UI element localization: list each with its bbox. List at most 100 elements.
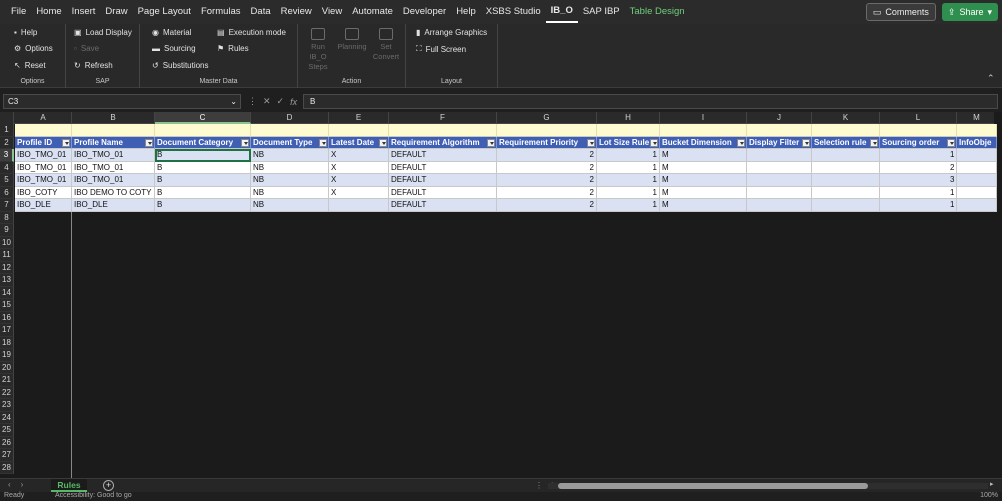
row-header[interactable]: 4 bbox=[0, 161, 14, 174]
next-sheet-icon[interactable]: › bbox=[21, 480, 24, 489]
table-cell[interactable] bbox=[957, 149, 997, 162]
cell[interactable] bbox=[155, 124, 251, 137]
table-cell[interactable]: IBO_COTY bbox=[15, 186, 72, 199]
ribbon-tab-home[interactable]: Home bbox=[31, 0, 66, 24]
table-cell[interactable]: 3 bbox=[880, 174, 957, 187]
row-header[interactable]: 20 bbox=[0, 361, 14, 374]
table-cell[interactable] bbox=[747, 174, 812, 187]
table-cell[interactable]: 2 bbox=[880, 161, 957, 174]
table-cell[interactable] bbox=[329, 199, 389, 212]
row-header[interactable]: 3 bbox=[0, 149, 14, 162]
filter-dropdown-icon[interactable] bbox=[62, 138, 70, 147]
table-cell[interactable]: 1 bbox=[597, 174, 660, 187]
ribbon-tab-insert[interactable]: Insert bbox=[67, 0, 101, 24]
row-header[interactable]: 12 bbox=[0, 261, 14, 274]
ribbon-tab-view[interactable]: View bbox=[317, 0, 347, 24]
table-cell[interactable]: 1 bbox=[880, 199, 957, 212]
zoom-level[interactable]: 100% bbox=[980, 492, 998, 499]
cell[interactable] bbox=[747, 124, 812, 137]
options-button[interactable]: ⚙ Options bbox=[14, 44, 53, 53]
ribbon-tab-page-layout[interactable]: Page Layout bbox=[133, 0, 196, 24]
comments-button[interactable]: ▭ Comments bbox=[865, 3, 936, 21]
table-cell[interactable]: 1 bbox=[880, 149, 957, 162]
ribbon-tab-review[interactable]: Review bbox=[276, 0, 317, 24]
add-sheet-icon[interactable]: + bbox=[103, 480, 114, 491]
table-cell[interactable]: IBO_TMO_01 bbox=[15, 149, 72, 162]
ribbon-tab-ib-o[interactable]: IB_O bbox=[545, 1, 578, 23]
previous-sheet-icon[interactable]: ‹ bbox=[8, 480, 11, 489]
ribbon-tab-developer[interactable]: Developer bbox=[398, 0, 451, 24]
accessibility-status[interactable]: Accessibility: Good to go bbox=[55, 492, 132, 499]
substitutions-button[interactable]: ↺ Substitutions bbox=[152, 61, 209, 70]
name-box[interactable]: C3 ⌄ bbox=[3, 94, 241, 109]
row-header[interactable]: 22 bbox=[0, 386, 14, 399]
cell[interactable] bbox=[251, 124, 329, 137]
ribbon-tab-sap-ibp[interactable]: SAP IBP bbox=[578, 0, 625, 24]
cell[interactable] bbox=[389, 124, 497, 137]
table-cell[interactable] bbox=[747, 199, 812, 212]
row-header[interactable]: 7 bbox=[0, 199, 14, 212]
table-cell[interactable]: IBO DEMO TO COTY bbox=[72, 186, 155, 199]
table-cell[interactable] bbox=[957, 186, 997, 199]
table-cell[interactable]: NB bbox=[251, 199, 329, 212]
column-header-d[interactable]: D bbox=[251, 112, 329, 124]
sheet-tab-rules[interactable]: Rules bbox=[51, 479, 87, 492]
table-cell[interactable]: IBO_TMO_01 bbox=[72, 161, 155, 174]
column-header-g[interactable]: G bbox=[497, 112, 597, 124]
column-header-k[interactable]: K bbox=[812, 112, 880, 124]
table-header-cell[interactable]: Document Category bbox=[155, 136, 251, 149]
scroll-right-icon[interactable]: ▸ bbox=[990, 480, 994, 488]
row-header[interactable]: 5 bbox=[0, 174, 14, 187]
table-cell[interactable]: B bbox=[155, 161, 251, 174]
row-header[interactable]: 25 bbox=[0, 424, 14, 437]
table-cell[interactable]: 2 bbox=[497, 174, 597, 187]
help-button[interactable]: ▪ Help bbox=[14, 28, 37, 37]
table-cell[interactable]: X bbox=[329, 186, 389, 199]
table-cell[interactable]: DEFAULT bbox=[389, 149, 497, 162]
column-header-f[interactable]: F bbox=[389, 112, 497, 124]
set-convert-button[interactable]: Set Convert bbox=[370, 28, 402, 62]
table-cell[interactable]: NB bbox=[251, 174, 329, 187]
column-header-h[interactable]: H bbox=[597, 112, 660, 124]
table-cell[interactable]: DEFAULT bbox=[389, 186, 497, 199]
table-cell[interactable]: M bbox=[660, 161, 747, 174]
collapse-ribbon-icon[interactable]: ⌃ bbox=[987, 73, 997, 83]
reset-button[interactable]: ↖ Reset bbox=[14, 61, 46, 70]
sourcing-button[interactable]: ▬ Sourcing bbox=[152, 44, 196, 53]
cell[interactable] bbox=[497, 124, 597, 137]
row-header[interactable]: 26 bbox=[0, 436, 14, 449]
ribbon-tab-file[interactable]: File bbox=[6, 0, 31, 24]
table-cell[interactable]: IBO_TMO_01 bbox=[72, 174, 155, 187]
table-cell[interactable]: 2 bbox=[497, 161, 597, 174]
arrange-graphics-button[interactable]: ▮ Arrange Graphics bbox=[416, 28, 487, 37]
filter-dropdown-icon[interactable] bbox=[145, 138, 153, 147]
table-cell[interactable]: IBO_TMO_01 bbox=[72, 149, 155, 162]
row-header[interactable]: 24 bbox=[0, 411, 14, 424]
ribbon-tab-automate[interactable]: Automate bbox=[347, 0, 398, 24]
table-cell[interactable] bbox=[812, 199, 880, 212]
column-header-i[interactable]: I bbox=[660, 112, 747, 124]
full-screen-button[interactable]: ⛶ Full Screen bbox=[416, 44, 466, 54]
row-header[interactable]: 10 bbox=[0, 236, 14, 249]
table-cell[interactable]: B bbox=[155, 199, 251, 212]
refresh-button[interactable]: ↻ Refresh bbox=[74, 61, 113, 70]
table-cell[interactable]: IBO_DLE bbox=[15, 199, 72, 212]
horizontal-scrollbar[interactable] bbox=[548, 483, 988, 489]
cancel-icon[interactable]: ✕ bbox=[263, 96, 271, 107]
table-cell[interactable]: 2 bbox=[497, 199, 597, 212]
share-button[interactable]: ⇪ Share ▾ bbox=[941, 3, 998, 21]
table-cell[interactable] bbox=[812, 186, 880, 199]
table-cell[interactable] bbox=[812, 174, 880, 187]
table-cell[interactable]: DEFAULT bbox=[389, 199, 497, 212]
row-header[interactable]: 2 bbox=[0, 136, 14, 149]
filter-dropdown-icon[interactable] bbox=[870, 138, 878, 147]
row-header[interactable]: 9 bbox=[0, 224, 14, 237]
table-cell[interactable] bbox=[812, 161, 880, 174]
table-cell[interactable]: NB bbox=[251, 149, 329, 162]
ribbon-tab-data[interactable]: Data bbox=[246, 0, 276, 24]
table-cell[interactable]: M bbox=[660, 186, 747, 199]
column-header-e[interactable]: E bbox=[329, 112, 389, 124]
function-icon[interactable]: fx bbox=[290, 97, 297, 107]
ribbon-tab-table-design[interactable]: Table Design bbox=[625, 0, 690, 24]
column-header-a[interactable]: A bbox=[15, 112, 72, 124]
